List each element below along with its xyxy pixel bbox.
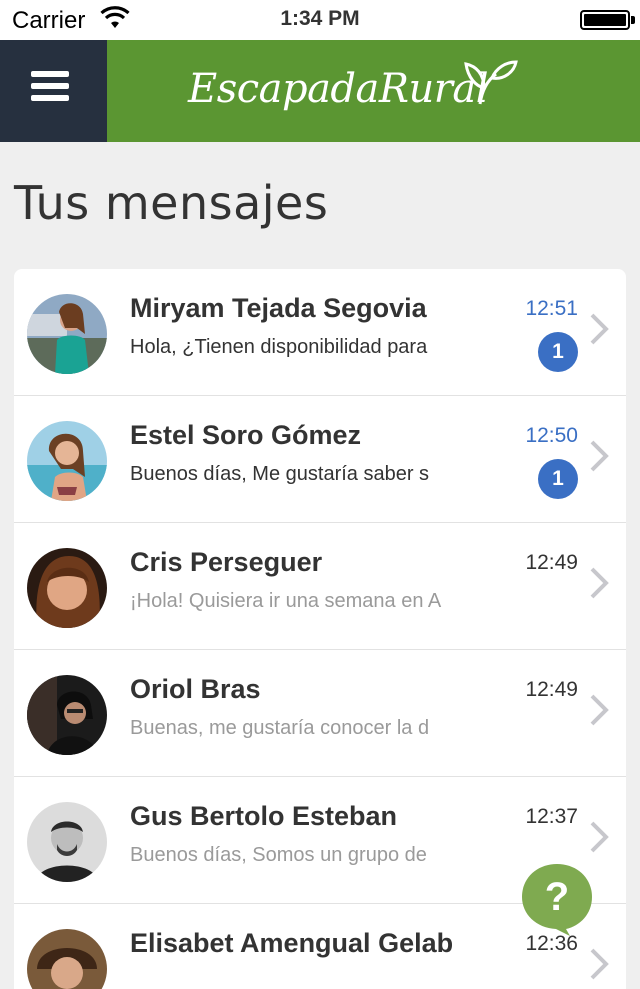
avatar — [27, 675, 107, 755]
status-bar: Carrier 1:34 PM — [0, 0, 640, 40]
chevron-right-icon — [590, 694, 609, 726]
message-row[interactable]: Oriol Bras Buenas, me gustaría conocer l… — [14, 650, 626, 777]
unread-badge: 1 — [538, 332, 578, 372]
avatar — [27, 421, 107, 501]
message-preview: ¡Hola! Quisiera ir una semana en A — [130, 590, 442, 612]
battery-icon — [580, 10, 630, 30]
chevron-right-icon — [590, 567, 609, 599]
sender-name: Oriol Bras — [130, 674, 261, 704]
message-preview: Buenos días, Somos un grupo de — [130, 844, 427, 866]
menu-button[interactable] — [0, 40, 107, 142]
avatar — [27, 929, 107, 989]
svg-text:?: ? — [545, 875, 569, 919]
battery-tip — [631, 16, 635, 24]
message-time: 12:50 — [525, 424, 578, 447]
chevron-right-icon — [590, 948, 609, 980]
message-preview: Buenos días, Me gustaría saber s — [130, 463, 430, 485]
message-row[interactable]: Miryam Tejada Segovia Hola, ¿Tienen disp… — [14, 269, 626, 396]
page-title: Tus mensajes — [14, 176, 329, 230]
message-time: 12:49 — [525, 551, 578, 574]
message-time: 12:49 — [525, 678, 578, 701]
message-row[interactable]: Cris Perseguer ¡Hola! Quisiera ir una se… — [14, 523, 626, 650]
unread-badge: 1 — [538, 459, 578, 499]
chevron-right-icon — [590, 821, 609, 853]
leaf-logo-icon — [464, 60, 518, 105]
help-bubble-icon[interactable]: ? — [520, 862, 594, 936]
sender-name: Estel Soro Gómez — [130, 420, 362, 450]
message-preview: Hola, ¿Tienen disponibilidad para — [130, 336, 428, 358]
app-header: EscapadaRural — [0, 40, 640, 142]
avatar — [27, 548, 107, 628]
avatar — [27, 294, 107, 374]
status-time: 1:34 PM — [280, 7, 360, 30]
sender-name: Elisabet Amengual Gelab — [130, 928, 454, 958]
chevron-right-icon — [590, 440, 609, 472]
message-row[interactable]: Estel Soro Gómez Buenos días, Me gustarí… — [14, 396, 626, 523]
message-time: 12:51 — [525, 297, 578, 320]
message-preview: Buenas, me gustaría conocer la d — [130, 717, 430, 739]
sender-name: Gus Bertolo Esteban — [130, 801, 398, 831]
sender-name: Cris Perseguer — [130, 547, 323, 577]
sender-name: Miryam Tejada Segovia — [130, 293, 427, 323]
message-time: 12:37 — [525, 805, 578, 828]
brand-logo-text: EscapadaRural — [188, 66, 489, 112]
chevron-right-icon — [590, 313, 609, 345]
avatar — [27, 802, 107, 882]
